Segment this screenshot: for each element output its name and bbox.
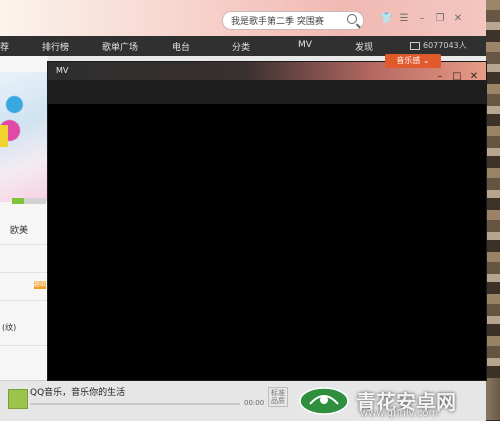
online-count: 6077043人 bbox=[410, 40, 467, 51]
nav-mv[interactable]: MV bbox=[298, 40, 312, 50]
search-input[interactable]: 我是歌手第二季 突围赛 bbox=[231, 14, 324, 27]
divider bbox=[0, 272, 48, 273]
divider bbox=[0, 244, 48, 245]
album-cover[interactable] bbox=[8, 389, 28, 409]
tab-western[interactable]: 欧美 bbox=[10, 223, 28, 236]
divider bbox=[0, 300, 48, 301]
nav-radio[interactable]: 电台 bbox=[172, 40, 190, 53]
watermark-url: www.qhhlv.com bbox=[360, 408, 439, 419]
restore-icon[interactable]: ❐ bbox=[434, 13, 446, 25]
seek-bar[interactable] bbox=[30, 403, 240, 405]
search-box[interactable]: 我是歌手第二季 突围赛 bbox=[222, 11, 364, 30]
nav-category[interactable]: 分类 bbox=[232, 40, 250, 53]
desktop-wallpaper-strip bbox=[486, 0, 500, 420]
banner-progress-fill bbox=[12, 198, 24, 204]
search-icon[interactable] bbox=[347, 14, 357, 24]
list-item-text[interactable]: (纹) bbox=[2, 322, 16, 333]
nav-playlists[interactable]: 歌单广场 bbox=[102, 40, 138, 53]
nav-recommend[interactable]: 荐 bbox=[0, 40, 9, 53]
main-nav: 荐 排行榜 歌单广场 电台 分类 MV 发现 6077043人 bbox=[0, 36, 486, 56]
online-count-text: 6077043人 bbox=[423, 41, 467, 50]
minimize-icon[interactable]: – bbox=[416, 13, 428, 25]
watermark-logo-icon bbox=[299, 387, 349, 415]
qq-titlebar: 我是歌手第二季 突围赛 👕 ☰ – ❐ ✕ bbox=[0, 0, 486, 36]
side-tag bbox=[0, 125, 8, 147]
mv-title: MV bbox=[56, 66, 69, 75]
nav-discover[interactable]: 发现 bbox=[355, 40, 373, 53]
hot-badge: 趣歌 bbox=[34, 281, 47, 289]
mv-video-area[interactable] bbox=[48, 104, 486, 380]
settings-icon[interactable]: ☰ bbox=[398, 13, 410, 25]
nav-charts[interactable]: 排行榜 bbox=[42, 40, 69, 53]
close-icon[interactable]: ✕ bbox=[452, 13, 464, 25]
skin-icon[interactable]: 👕 bbox=[380, 13, 392, 25]
music-mood-button[interactable]: 音乐感 ⌄ bbox=[385, 54, 441, 68]
divider bbox=[0, 345, 48, 346]
banner-progress bbox=[12, 198, 46, 204]
mv-player-window: MV – □ ✕ bbox=[48, 62, 486, 380]
now-playing-text: QQ音乐，音乐你的生活 bbox=[30, 388, 126, 398]
elapsed-time: 00:00 bbox=[244, 399, 265, 407]
monitor-icon bbox=[410, 41, 420, 50]
mv-toolbar bbox=[48, 80, 486, 104]
quality-button[interactable]: 标准品质 bbox=[268, 387, 288, 407]
